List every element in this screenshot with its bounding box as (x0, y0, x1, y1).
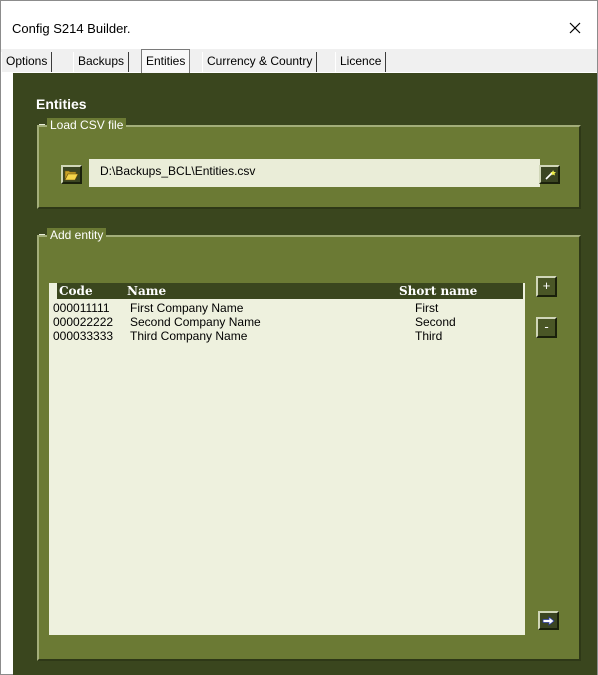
window-title: Config S214 Builder. (12, 21, 131, 36)
tab-strip: Options Backups Entities Currency & Coun… (1, 49, 597, 73)
main-window: Config S214 Builder. Options Backups Ent… (0, 0, 598, 675)
cell-short-name: Third (415, 329, 443, 343)
close-icon (569, 22, 581, 34)
remove-entity-button[interactable]: - (536, 317, 557, 338)
open-file-button[interactable] (61, 165, 82, 184)
arrow-right-icon (542, 615, 555, 626)
table-row[interactable]: 000011111 First Company Name First (49, 301, 519, 315)
column-header-short-name[interactable]: Short name (399, 283, 477, 299)
cell-name: First Company Name (130, 301, 244, 315)
column-header-name[interactable]: Name (127, 283, 166, 299)
table-row[interactable]: 000033333 Third Company Name Third (49, 329, 519, 343)
cell-name: Second Company Name (130, 315, 261, 329)
cell-short-name: Second (415, 315, 456, 329)
cell-name: Third Company Name (130, 329, 248, 343)
add-entity-button[interactable]: + (536, 276, 557, 297)
folder-open-icon (64, 170, 79, 180)
cell-short-name: First (415, 301, 439, 315)
wand-icon (544, 169, 556, 180)
cell-code: 000022222 (53, 315, 114, 329)
next-button[interactable] (538, 611, 559, 630)
csv-path-field[interactable]: D:\Backups_BCL\Entities.csv (89, 159, 540, 187)
tab-options[interactable]: Options (1, 52, 53, 72)
load-csv-button[interactable] (539, 165, 560, 184)
load-csv-legend: Load CSV file (38, 118, 127, 132)
entities-panel: Entities Load CSV file D:\Backups_BCL\En… (13, 73, 597, 675)
close-button[interactable] (553, 9, 597, 47)
tab-licence[interactable]: Licence (335, 52, 387, 72)
entity-list[interactable]: Code Name Short name 000011111 First Com… (49, 283, 525, 635)
title-bar: Config S214 Builder. (1, 1, 597, 47)
cell-code: 000033333 (53, 329, 114, 343)
tab-backups[interactable]: Backups (73, 52, 130, 72)
add-entity-legend: Add entity (38, 228, 107, 242)
tab-currency-country[interactable]: Currency & Country (202, 52, 318, 72)
cell-code: 000011111 (53, 301, 110, 315)
list-header: Code Name Short name (57, 283, 523, 299)
table-row[interactable]: 000022222 Second Company Name Second (49, 315, 519, 329)
column-header-code[interactable]: Code (59, 283, 93, 299)
tab-entities[interactable]: Entities (141, 49, 191, 73)
page-title: Entities (36, 96, 87, 112)
